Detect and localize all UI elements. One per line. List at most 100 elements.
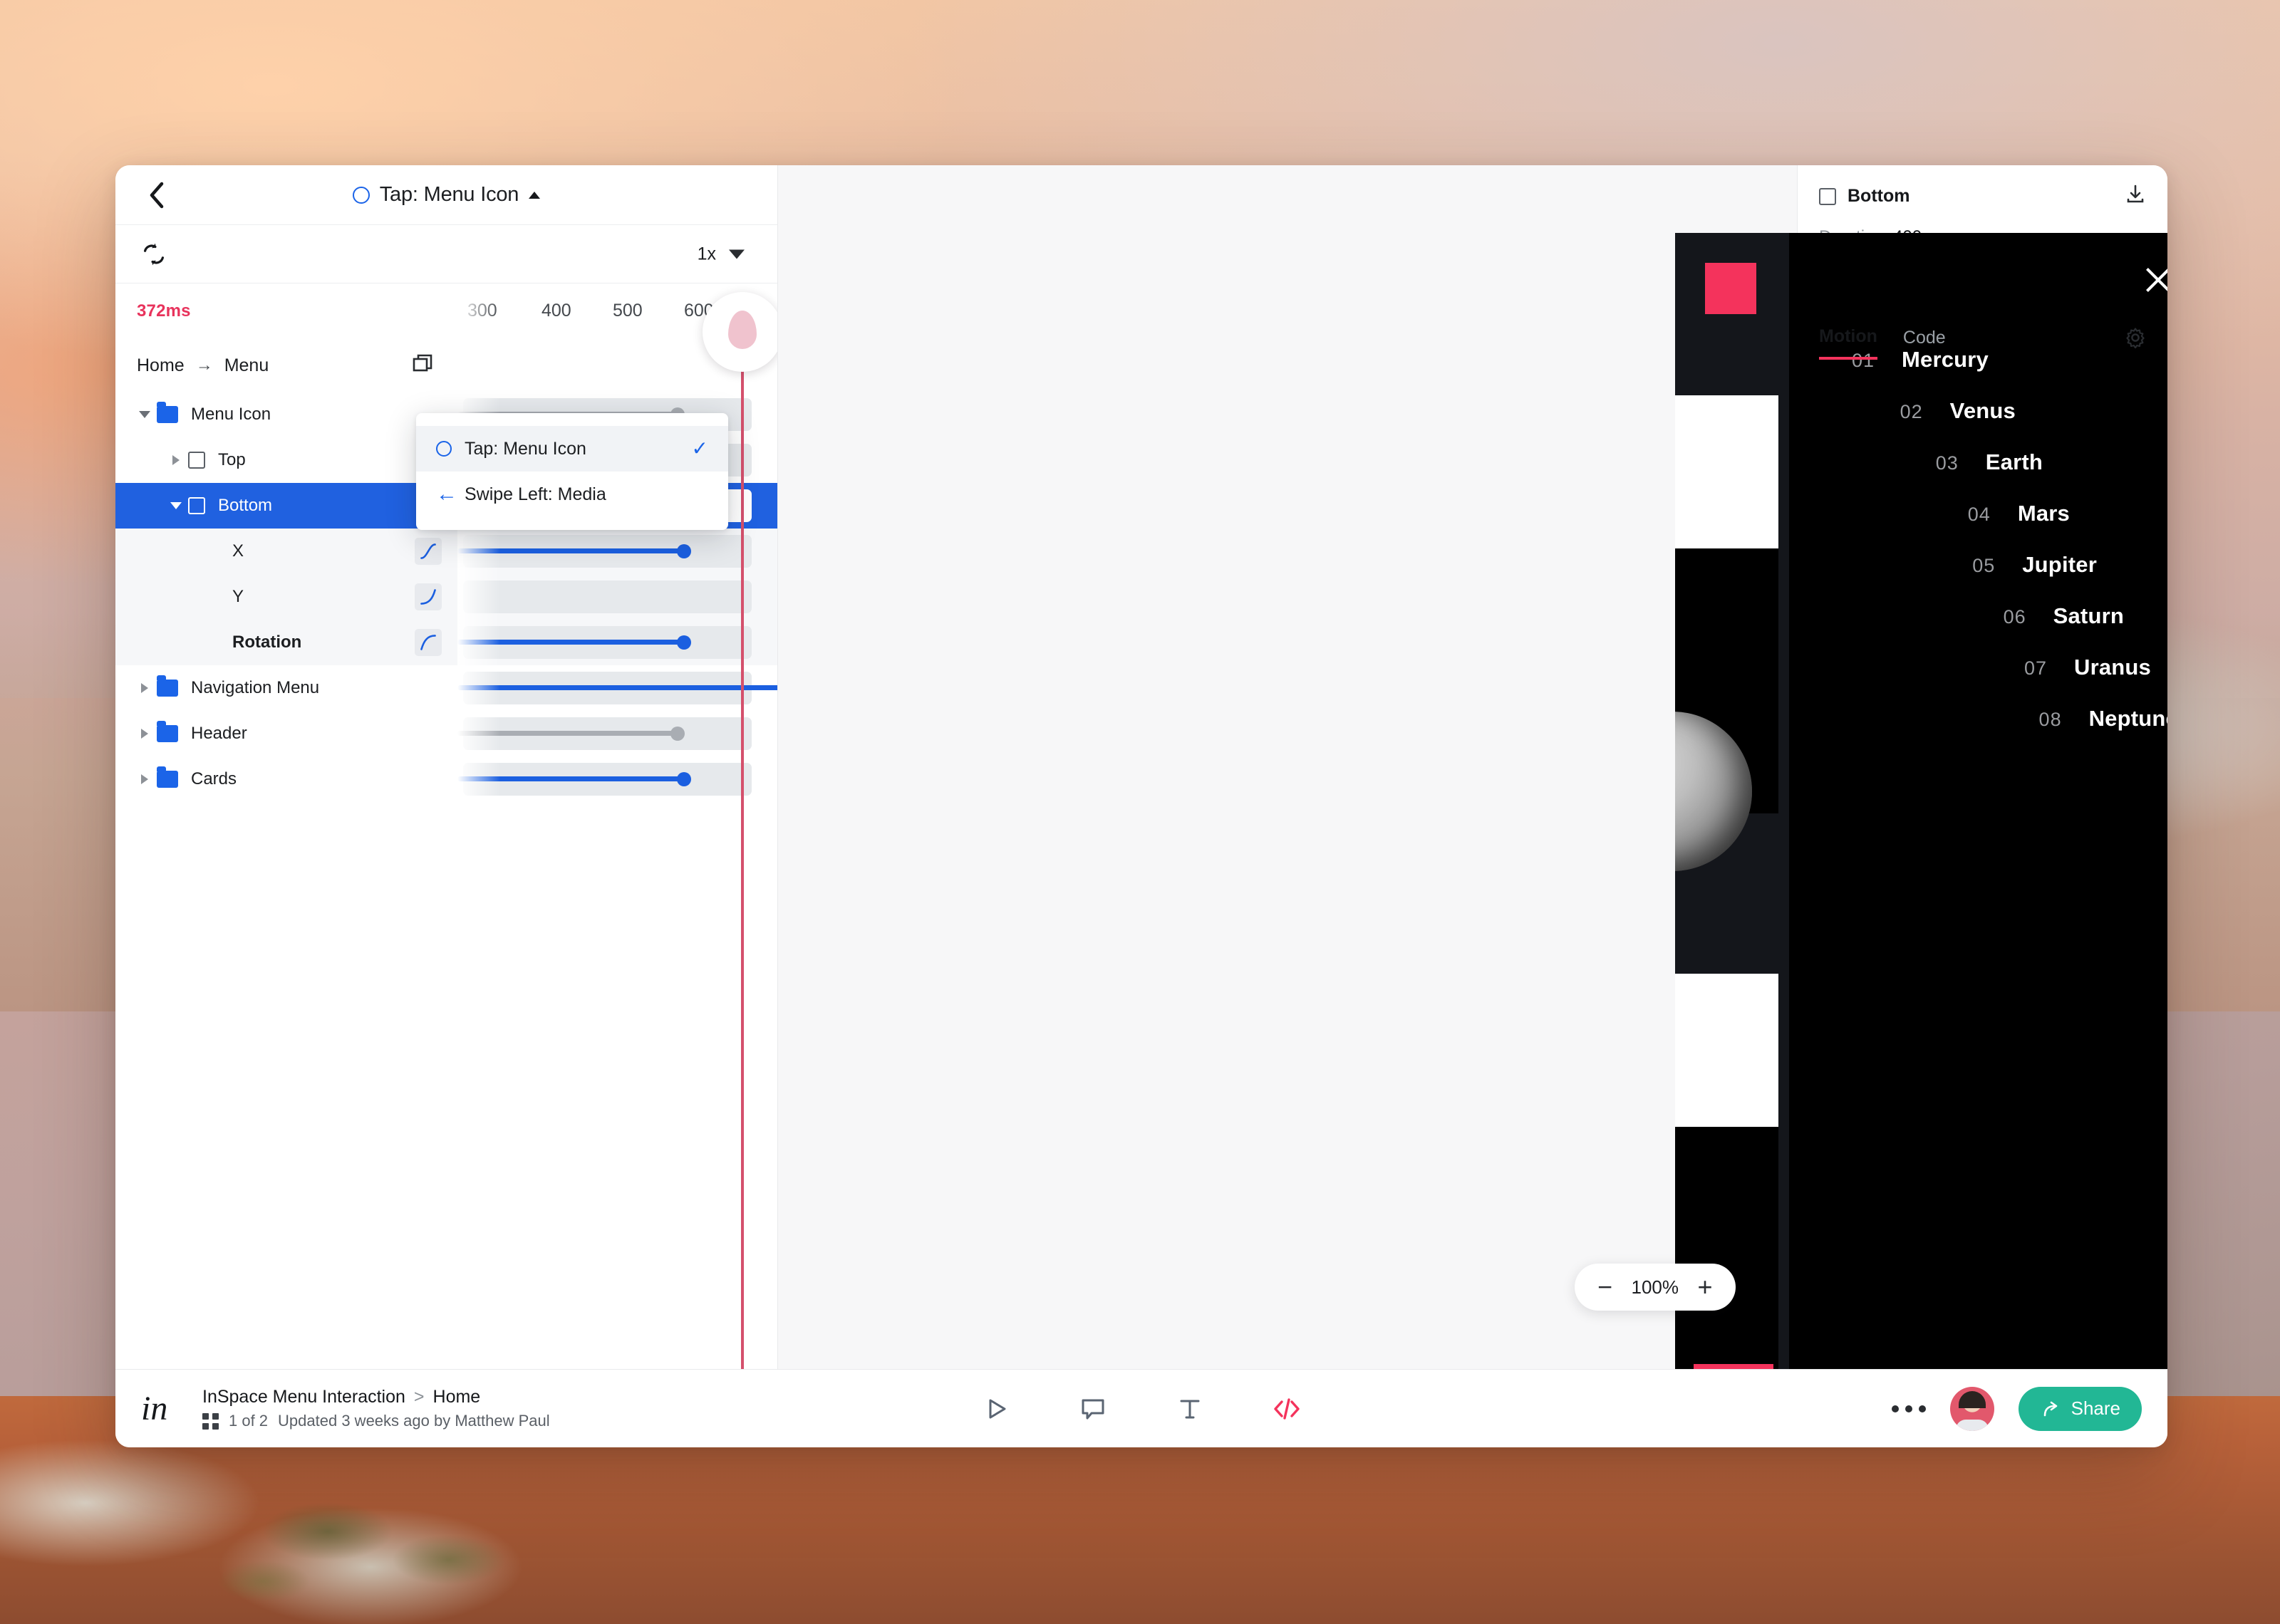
track-row[interactable]: [457, 711, 777, 756]
grid-icon[interactable]: [202, 1412, 219, 1430]
nav-menu-overlay: 01 Mercury 02 Venus 03 Earth 04 Mars 05 Jupiter 06…: [1789, 233, 2167, 1369]
track-bar[interactable]: [457, 548, 684, 553]
zoom-control[interactable]: − 100% +: [1574, 1264, 1736, 1311]
playback-speed-select[interactable]: 1x: [698, 244, 745, 264]
tree-row-navigation-menu[interactable]: Navigation Menu: [115, 665, 457, 711]
play-button[interactable]: [978, 1390, 1015, 1427]
track-row[interactable]: [457, 574, 777, 620]
easing-curve-button[interactable]: [415, 538, 442, 565]
planet-list-item[interactable]: 04 Mars: [1789, 501, 2167, 526]
breadcrumb-from: Home: [137, 355, 185, 375]
planet-number: 07: [2024, 657, 2047, 679]
planet-list-item[interactable]: 07 Uranus: [1789, 655, 2167, 680]
track-bar[interactable]: [457, 731, 678, 736]
invision-logo[interactable]: in: [141, 1389, 202, 1428]
timeline-panel: Tap: Menu Icon 1x 372ms Home → Menu Menu…: [115, 165, 778, 1369]
tree-row-header[interactable]: Header: [115, 711, 457, 756]
playback-speed-value: 1x: [697, 244, 716, 264]
more-dots-icon[interactable]: [1891, 1405, 1926, 1412]
tree-row-y[interactable]: Y: [115, 574, 457, 620]
dropdown-item-label: Swipe Left: Media: [465, 484, 606, 504]
layers-icon: [413, 354, 432, 371]
track-row[interactable]: [457, 529, 777, 574]
loop-button[interactable]: [137, 237, 171, 271]
preview-progress-bar: [1694, 1364, 1773, 1369]
track-row[interactable]: [457, 620, 777, 665]
playhead[interactable]: [703, 292, 777, 1369]
track-keyframe[interactable]: [677, 544, 691, 558]
planet-number: 08: [2038, 709, 2062, 730]
tree-twisty[interactable]: [133, 729, 157, 739]
dropdown-item-tap-menu-icon[interactable]: Tap: Menu Icon ✓: [416, 426, 728, 472]
track-keyframe[interactable]: [677, 635, 691, 650]
planet-list-item[interactable]: 06 Saturn: [1789, 603, 2167, 629]
tree-row-label: Rotation: [232, 633, 302, 652]
tree-row-label: X: [232, 541, 244, 561]
comment-button[interactable]: [1074, 1390, 1112, 1427]
flow-breadcrumb: Home → Menu: [115, 339, 457, 392]
screen-name[interactable]: Home: [433, 1387, 481, 1407]
interaction-title: Tap: Menu Icon: [379, 183, 519, 206]
easing-curve-button[interactable]: [415, 583, 442, 610]
track-keyframe[interactable]: [670, 727, 685, 741]
planet-name: Uranus: [2073, 655, 2151, 680]
tree-row-cards[interactable]: Cards: [115, 756, 457, 802]
planet-list-item[interactable]: 03 Earth: [1789, 449, 2167, 475]
track-bar[interactable]: [457, 776, 684, 781]
planet-list-item[interactable]: 05 Jupiter: [1789, 552, 2167, 578]
tree-twisty[interactable]: [133, 683, 157, 693]
playback-toolbar: 1x: [115, 225, 777, 283]
tree-row-bottom[interactable]: Bottom: [115, 483, 457, 529]
circle-tap-icon: [352, 186, 370, 204]
avatar[interactable]: [1949, 1386, 1994, 1431]
planet-name: Mars: [2017, 501, 2070, 526]
planet-name: Jupiter: [2022, 552, 2097, 577]
track-bar[interactable]: [457, 685, 777, 690]
tree-twisty[interactable]: [133, 411, 157, 418]
playhead-handle[interactable]: [703, 292, 777, 372]
track-row[interactable]: [457, 665, 777, 711]
interaction-dropdown-menu[interactable]: Tap: Menu Icon ✓ ← Swipe Left: Media: [416, 413, 728, 530]
tree-row-label: Cards: [191, 769, 237, 788]
code-button[interactable]: [1268, 1390, 1305, 1427]
download-button[interactable]: [2125, 184, 2146, 209]
tree-twisty[interactable]: [164, 502, 188, 509]
planet-list-item[interactable]: 02 Venus: [1789, 398, 2167, 424]
circle-tap-icon: [436, 441, 452, 457]
tree-row-menu-icon[interactable]: Menu Icon: [115, 392, 457, 437]
device-preview[interactable]: 01 Mercury 02 Venus 03 Earth 04 Mars 05 Jupiter 06…: [1675, 233, 2167, 1369]
bottom-bar-actions: Share: [1891, 1386, 2142, 1431]
layers-button[interactable]: [412, 352, 436, 380]
share-button[interactable]: Share: [2018, 1386, 2142, 1431]
gear-icon: [2126, 328, 2145, 349]
zoom-out-button[interactable]: −: [1593, 1274, 1617, 1300]
tree-twisty[interactable]: [133, 774, 157, 784]
tree-row-rotation[interactable]: Rotation: [115, 620, 457, 665]
zoom-in-button[interactable]: +: [1693, 1274, 1717, 1300]
easing-curve-button[interactable]: [415, 629, 442, 656]
project-name[interactable]: InSpace Menu Interaction: [202, 1387, 405, 1407]
tab-code[interactable]: Code: [1903, 328, 1946, 358]
tree-twisty[interactable]: [164, 455, 188, 465]
close-icon[interactable]: [2141, 263, 2167, 297]
tree-row-top[interactable]: Top: [115, 437, 457, 483]
preview-left-strip: [1675, 233, 1789, 1369]
track-bar[interactable]: [457, 640, 684, 645]
preview-canvas[interactable]: 01 Mercury 02 Venus 03 Earth 04 Mars 05 Jupiter 06…: [778, 165, 2167, 1369]
chevron-left-icon: [150, 182, 164, 208]
layer-tree: 372ms Home → Menu Menu Icon Top Bottom X…: [115, 283, 457, 1369]
text-icon: [1180, 1400, 1200, 1418]
settings-button[interactable]: [2125, 327, 2146, 359]
track-keyframe[interactable]: [677, 772, 691, 786]
layer-tree-rows: Menu Icon Top Bottom X Y Rotation Navigation M…: [115, 392, 457, 802]
app-window: Tap: Menu Icon 1x 372ms Home → Menu Menu…: [115, 165, 2167, 1447]
tree-row-x[interactable]: X: [115, 529, 457, 574]
zoom-level-value: 100%: [1631, 1276, 1679, 1298]
dropdown-item-swipe-left-media[interactable]: ← Swipe Left: Media: [416, 472, 728, 517]
square-icon: [188, 452, 205, 469]
back-button[interactable]: [137, 175, 177, 215]
tab-motion[interactable]: Motion: [1819, 326, 1877, 360]
text-button[interactable]: [1171, 1390, 1208, 1427]
track-row[interactable]: [457, 756, 777, 802]
planet-list-item[interactable]: 08 Neptune: [1789, 706, 2167, 732]
